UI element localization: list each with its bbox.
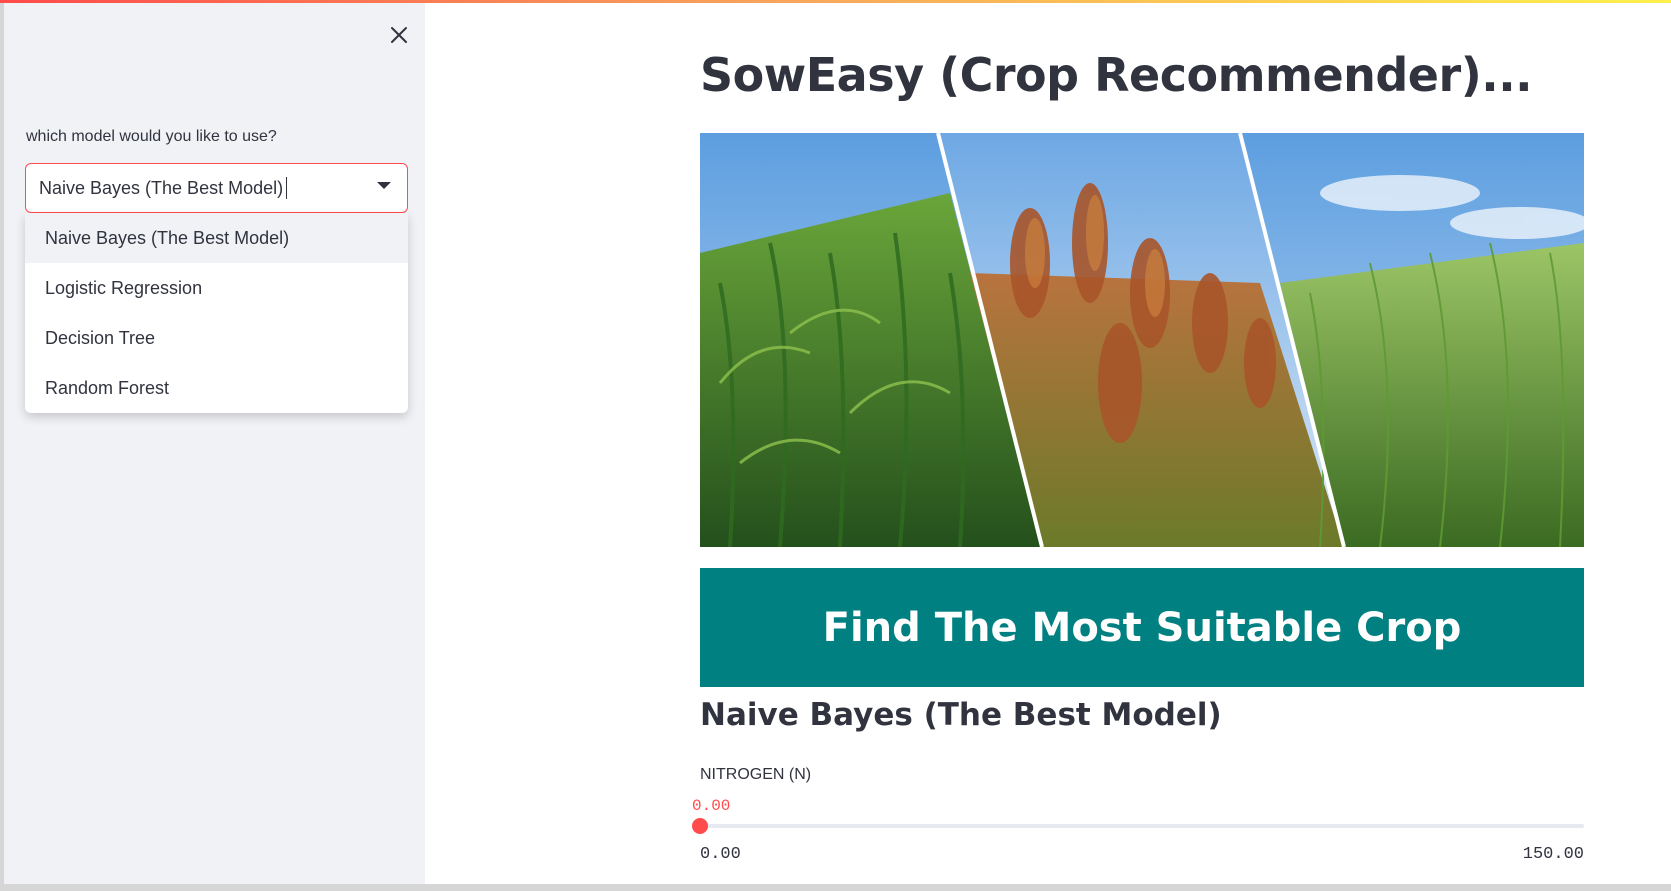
dropdown-option-logistic-regression[interactable]: Logistic Regression bbox=[25, 263, 408, 313]
app-window: which model would you like to use? Naive… bbox=[0, 0, 1671, 891]
nitrogen-slider-thumb[interactable] bbox=[692, 818, 708, 834]
nitrogen-slider-min: 0.00 bbox=[700, 845, 741, 864]
crop-fields-image bbox=[700, 133, 1584, 547]
sidebar: which model would you like to use? Naive… bbox=[0, 0, 425, 884]
dropdown-option-decision-tree[interactable]: Decision Tree bbox=[25, 313, 408, 363]
find-crop-button[interactable]: Find The Most Suitable Crop bbox=[700, 568, 1584, 687]
nitrogen-slider-track[interactable] bbox=[700, 824, 1584, 828]
chevron-down-icon[interactable] bbox=[377, 182, 391, 189]
top-decoration-bar bbox=[0, 0, 1671, 3]
text-cursor bbox=[286, 177, 288, 199]
page-title: SowEasy (Crop Recommender)... bbox=[700, 48, 1533, 102]
hero-image-graphic bbox=[700, 133, 1584, 547]
model-dropdown-menu: Naive Bayes (The Best Model) Logistic Re… bbox=[25, 213, 408, 413]
model-select-label: which model would you like to use? bbox=[26, 128, 277, 145]
dropdown-option-random-forest[interactable]: Random Forest bbox=[25, 363, 408, 413]
model-select-value: Naive Bayes (The Best Model) bbox=[39, 177, 284, 198]
selected-model-heading: Naive Bayes (The Best Model) bbox=[700, 697, 1222, 733]
window-bottom-edge bbox=[0, 884, 1671, 891]
nitrogen-slider-value: 0.00 bbox=[692, 797, 731, 815]
close-icon bbox=[391, 27, 407, 43]
nitrogen-slider-max: 150.00 bbox=[1522, 845, 1584, 864]
close-sidebar-button[interactable] bbox=[384, 20, 414, 50]
dropdown-option-naive-bayes[interactable]: Naive Bayes (The Best Model) bbox=[25, 213, 408, 263]
model-select[interactable]: Naive Bayes (The Best Model) bbox=[25, 163, 408, 213]
nitrogen-slider-label: NITROGEN (N) bbox=[700, 766, 812, 783]
